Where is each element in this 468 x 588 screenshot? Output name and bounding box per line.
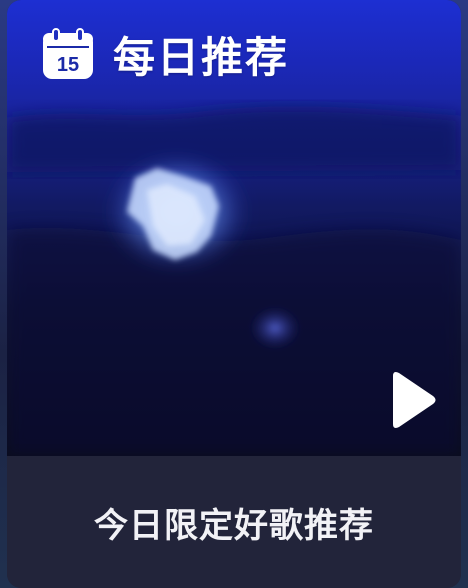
- page: 15 每日推荐 今日限定好歌推荐: [0, 0, 468, 588]
- card-footer: 今日限定好歌推荐: [7, 456, 461, 588]
- card-title: 每日推荐: [113, 32, 290, 82]
- daily-recommendation-card[interactable]: 15 每日推荐 今日限定好歌推荐: [7, 0, 461, 588]
- calendar-day: 15: [57, 54, 79, 76]
- play-button[interactable]: [383, 370, 439, 430]
- card-header: 15 每日推荐: [41, 24, 289, 84]
- calendar-icon: 15: [41, 27, 95, 81]
- cover-image[interactable]: 15 每日推荐: [7, 0, 461, 456]
- card-subtitle: 今日限定好歌推荐: [94, 505, 374, 546]
- play-icon: [393, 372, 436, 428]
